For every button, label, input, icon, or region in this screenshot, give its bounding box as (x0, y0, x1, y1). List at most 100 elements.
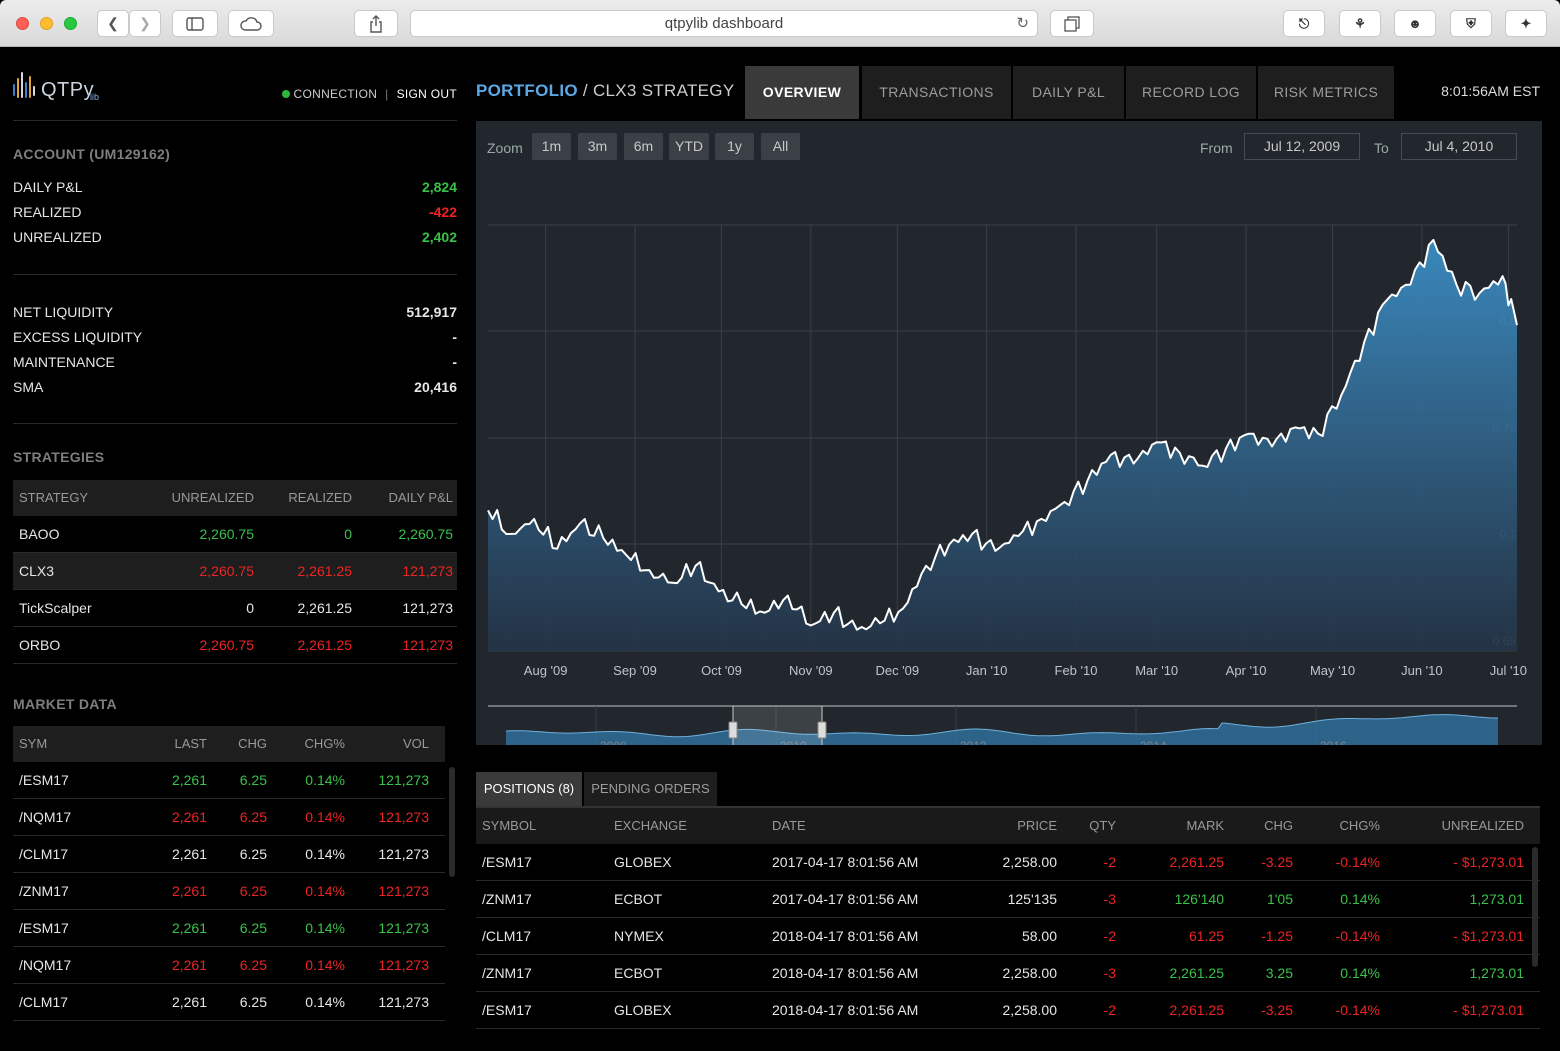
market-data-row[interactable]: /ESM17 2,261 6.25 0.14% 121,273 (13, 762, 445, 799)
column-header[interactable]: CHG (1264, 808, 1293, 844)
sidebar: QTPy lib CONNECTION | SIGN OUT ACCOUNT (UM… (13, 47, 457, 1051)
breadcrumb-portfolio-link[interactable]: PORTFOLIO (476, 81, 578, 100)
zoom-window-button[interactable] (64, 17, 77, 30)
market-value: 121,273 (378, 772, 429, 788)
ublock-extension[interactable]: ⛨ (1450, 10, 1492, 37)
market-value: 6.25 (239, 957, 267, 973)
strategy-row[interactable]: BAOO 2,260.75 0 2,260.75 (13, 516, 457, 553)
evernote-extension[interactable]: ⚘ (1339, 10, 1381, 37)
column-header[interactable]: MARK (1186, 808, 1224, 844)
x-tick-label: Sep '09 (613, 663, 657, 678)
market-value: 2,261 (171, 957, 207, 973)
unrealized: 1,273.01 (1469, 891, 1525, 907)
positions-scrollbar[interactable] (1532, 847, 1538, 967)
date: 2017-04-17 8:01:56 AM (772, 891, 919, 907)
address-bar[interactable]: qtpylib dashboard ↻ (410, 10, 1038, 37)
column-header[interactable]: VOL (403, 726, 429, 762)
market-data-row[interactable]: /ESM17 2,261 6.25 0.14% 121,273 (13, 910, 445, 947)
x-tick-label: Mar '10 (1135, 663, 1178, 678)
column-header[interactable]: DATE (772, 808, 806, 844)
column-header[interactable]: UNREALIZED (172, 480, 254, 516)
market-value: 6.25 (239, 772, 267, 788)
strategy-value: 2,261.25 (297, 600, 353, 616)
strategy-row[interactable]: CLX3 2,260.75 2,261.25 121,273 (13, 553, 457, 590)
navigator-year-label: 2016 (1320, 739, 1347, 745)
column-header[interactable]: CHG (238, 726, 267, 762)
back-button[interactable]: ❮ (97, 10, 129, 37)
market-value: 0.14% (305, 883, 345, 899)
symbol: /CLM17 (19, 846, 69, 862)
column-header[interactable]: EXCHANGE (614, 808, 687, 844)
password-manager-extension[interactable]: ⎋ (1283, 10, 1325, 37)
reload-icon[interactable]: ↻ (1016, 11, 1029, 36)
exchange: ECBOT (614, 965, 663, 981)
tab-positions[interactable]: POSITIONS (8) (476, 772, 582, 806)
x-tick-label: May '10 (1310, 663, 1355, 678)
separator: | (385, 87, 389, 101)
browser-window: ❮ ❯ qtpylib dashboard ↻ ⎋ ⚘ ☻ ⛨ ✦ QTPy l… (0, 0, 1560, 1051)
market-value: 6.25 (239, 883, 267, 899)
tab-pending-orders[interactable]: PENDING ORDERS (584, 772, 717, 806)
cloud-icon (240, 17, 262, 31)
column-header[interactable]: LAST (174, 726, 207, 762)
navigator-handle[interactable] (817, 721, 827, 739)
tab-overview[interactable]: OVERVIEW (745, 66, 859, 119)
column-header[interactable]: UNREALIZED (1442, 808, 1524, 844)
logo-text: QTPy (41, 79, 95, 101)
position-row[interactable]: /ZNM17 ECBOT 2017-04-17 8:01:56 AM 125'135 -… (476, 881, 1540, 918)
liquidity-row: MAINTENANCE - (13, 354, 457, 379)
market-data-row[interactable]: /NQM17 2,261 6.25 0.14% 121,273 (13, 799, 445, 836)
price: 58.00 (1021, 928, 1057, 944)
strategy-row[interactable]: ORBO 2,260.75 2,261.25 121,273 (13, 627, 457, 664)
tab-daily-p-l[interactable]: DAILY P&L (1013, 66, 1124, 119)
column-header[interactable]: CHG% (305, 726, 345, 762)
navigator-selection[interactable] (732, 705, 823, 745)
chg: -3.25 (1261, 1002, 1293, 1018)
position-row[interactable]: /ESM17 GLOBEX 2018-04-17 8:01:56 AM 2,258.0… (476, 992, 1540, 1029)
chg-percent: -0.14% (1335, 928, 1380, 944)
market-data-row[interactable]: /CLM17 2,261 6.25 0.14% 121,273 (13, 984, 445, 1021)
ghostery-extension[interactable]: ☻ (1394, 10, 1436, 37)
position-row[interactable]: /CLM17 NYMEX 2018-04-17 8:01:56 AM 58.00 -2 6… (476, 918, 1540, 955)
icloud-tabs-button[interactable] (228, 10, 274, 37)
mark: 126'140 (1174, 891, 1224, 907)
exchange: GLOBEX (614, 854, 672, 870)
extension-button[interactable]: ✦ (1505, 10, 1547, 37)
market-data-header: SYM LAST CHG CHG% VOL (13, 726, 445, 762)
close-window-button[interactable] (16, 17, 29, 30)
strategy-value: 2,260.75 (398, 526, 454, 542)
position-row[interactable]: /ZNM17 ECBOT 2018-04-17 8:01:56 AM 2,258.00… (476, 955, 1540, 992)
market-data-row[interactable]: /ZNM17 2,261 6.25 0.14% 121,273 (13, 873, 445, 910)
strategy-name: CLX3 (19, 563, 55, 579)
column-header[interactable]: PRICE (1017, 808, 1057, 844)
tab-record-log[interactable]: RECORD LOG (1126, 66, 1256, 119)
divider (13, 120, 457, 121)
column-header[interactable]: REALIZED (288, 480, 352, 516)
sidebar-toggle-button[interactable] (172, 10, 218, 37)
market-data-scrollbar[interactable] (449, 767, 455, 877)
forward-button[interactable]: ❯ (129, 10, 161, 37)
market-data-row[interactable]: /NQM17 2,261 6.25 0.14% 121,273 (13, 947, 445, 984)
share-button[interactable] (354, 10, 398, 37)
tab-risk-metrics[interactable]: RISK METRICS (1258, 66, 1394, 119)
position-row[interactable]: /ESM17 GLOBEX 2017-04-17 8:01:56 AM 2,258.0… (476, 844, 1540, 881)
portfolio-chart[interactable]: Aug '09 Sep '09 Oct '09 Nov '09 Dec '09 Jan '… (476, 121, 1542, 745)
column-header[interactable]: QTY (1089, 808, 1116, 844)
strategy-value: 2,261.25 (297, 563, 353, 579)
column-header[interactable]: CHG% (1340, 808, 1380, 844)
sign-out-link[interactable]: SIGN OUT (397, 87, 457, 101)
tab-transactions[interactable]: TRANSACTIONS (862, 66, 1011, 119)
column-header[interactable]: SYMBOL (482, 808, 536, 844)
minimize-window-button[interactable] (40, 17, 53, 30)
column-header[interactable]: STRATEGY (19, 480, 88, 516)
tab-overview-button[interactable] (1050, 10, 1094, 37)
column-header[interactable]: SYM (19, 726, 47, 762)
chg: -3.25 (1261, 854, 1293, 870)
strategy-row[interactable]: TickScalper 0 2,261.25 121,273 (13, 590, 457, 627)
market-data-row[interactable]: /CLM17 2,261 6.25 0.14% 121,273 (13, 836, 445, 873)
unrealized: 1,273.01 (1469, 965, 1525, 981)
navigator-handle[interactable] (728, 721, 738, 739)
x-tick-label: Dec '09 (875, 663, 919, 678)
column-header[interactable]: DAILY P&L (388, 480, 453, 516)
ghost-icon: ☻ (1408, 16, 1422, 31)
